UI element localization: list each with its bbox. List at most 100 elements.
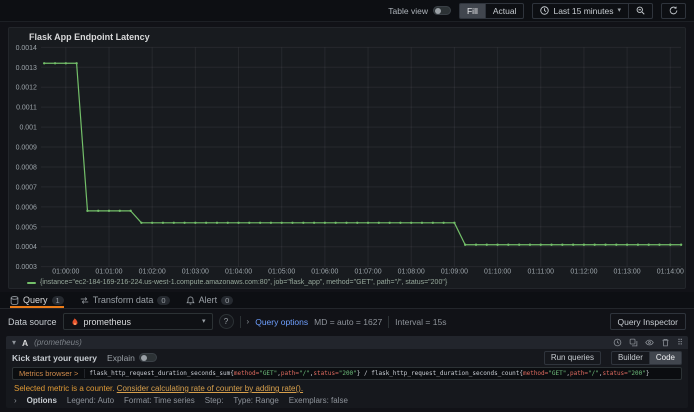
database-icon (10, 295, 19, 305)
svg-text:0.0012: 0.0012 (16, 85, 37, 92)
option-type: Type: Range (233, 396, 279, 405)
svg-text:0.0003: 0.0003 (16, 264, 37, 271)
editor-tabs: Query 1 Transform data 0 Alert 0 (0, 292, 694, 309)
refresh-icon (669, 6, 678, 15)
query-inspector-button[interactable]: Query Inspector (609, 313, 686, 330)
query-row-actions: ⠿ (613, 338, 683, 347)
query-ref-id: A (22, 337, 29, 348)
svg-text:0.0011: 0.0011 (16, 105, 37, 112)
query-row-header[interactable]: ▾ A (prometheus) ⠿ (6, 336, 688, 349)
builder-mode-button[interactable]: Builder (610, 350, 650, 365)
svg-text:01:07:00: 01:07:00 (354, 269, 381, 276)
duplicate-icon[interactable] (629, 338, 638, 347)
latency-chart: 0.0014 0.0013 0.0012 0.0011 0.001 0.0009 0.000… (16, 45, 684, 276)
warning-text: Selected metric is a counter. (14, 384, 115, 393)
tab-query[interactable]: Query 1 (10, 292, 64, 308)
counter-warning: Selected metric is a counter. Consider c… (6, 382, 688, 394)
chart-area[interactable]: 0.0014 0.0013 0.0012 0.0011 0.001 0.0009 0.000… (9, 41, 685, 277)
explain-toggle[interactable] (138, 353, 157, 362)
editor-mode-group: Builder Code (610, 350, 682, 365)
datasource-select[interactable]: prometheus ▾ (62, 313, 213, 330)
table-view-label: Table view (388, 5, 428, 16)
divider (239, 315, 241, 328)
toggle-knob (434, 7, 442, 14)
chevron-right-icon: › (246, 317, 250, 326)
kick-start-query-button[interactable]: Kick start your query (12, 353, 97, 363)
code-mode-button[interactable]: Code (649, 350, 682, 365)
tab-label: Query (23, 295, 48, 305)
datasource-help-button[interactable]: ? (218, 314, 234, 329)
svg-text:0.0014: 0.0014 (16, 45, 37, 52)
tab-badge: 0 (221, 295, 234, 305)
option-format: Format: Time series (124, 396, 195, 405)
magnifier-minus-icon (636, 6, 645, 15)
drag-handle[interactable]: ⠿ (677, 338, 683, 347)
trash-icon[interactable] (661, 338, 670, 347)
series-swatch (27, 281, 36, 284)
table-view-toggle[interactable] (432, 6, 451, 15)
svg-text:0.0013: 0.0013 (16, 65, 37, 72)
svg-text:01:04:00: 01:04:00 (225, 269, 252, 276)
svg-text:01:03:00: 01:03:00 (182, 269, 209, 276)
svg-text:01:12:00: 01:12:00 (570, 269, 597, 276)
explain-control: Explain (107, 353, 157, 363)
interval-summary: Interval = 15s (395, 316, 447, 327)
prometheus-icon (72, 316, 78, 325)
clock-icon (540, 6, 550, 15)
fit-mode-group: Fill Actual (458, 2, 525, 19)
run-queries-button[interactable]: Run queries (543, 350, 601, 365)
svg-text:01:08:00: 01:08:00 (398, 269, 425, 276)
tab-alert[interactable]: Alert 0 (185, 292, 234, 308)
svg-text:01:13:00: 01:13:00 (614, 269, 641, 276)
svg-text:0.001: 0.001 (19, 125, 37, 132)
tab-transform-data[interactable]: Transform data 0 (80, 292, 170, 308)
query-options-row: › Options Legend: Auto Format: Time seri… (6, 394, 688, 408)
query-code-editor[interactable]: Metrics browser > flask_http_request_dur… (12, 367, 682, 380)
options-label[interactable]: Options (27, 396, 57, 405)
query-expression[interactable]: flask_http_request_duration_seconds_sum{… (85, 370, 653, 377)
chart-legend[interactable]: {instance="ec2-184-169-216-224.us-west-1… (27, 279, 447, 286)
query-actions-row: Kick start your query Explain Run querie… (6, 349, 688, 366)
svg-text:01:10:00: 01:10:00 (484, 269, 511, 276)
chevron-right-icon[interactable]: › (14, 396, 17, 405)
svg-text:01:02:00: 01:02:00 (139, 269, 166, 276)
bell-icon (185, 295, 195, 305)
chevron-down-icon: ▾ (202, 318, 206, 325)
query-datasource-hint: (prometheus) (34, 338, 82, 347)
time-range-button[interactable]: Last 15 minutes ▾ (532, 2, 629, 19)
query-row-card: ▾ A (prometheus) ⠿ Kick start your query… (6, 336, 688, 408)
refresh-button[interactable] (661, 2, 686, 19)
datasource-row: Data source prometheus ▾ ? › Query optio… (0, 309, 694, 334)
svg-text:01:00:00: 01:00:00 (52, 269, 79, 276)
svg-text:01:01:00: 01:01:00 (95, 269, 122, 276)
query-options-summary: MD = auto = 1627 (314, 316, 383, 327)
time-range-label: Last 15 minutes (553, 5, 614, 16)
svg-text:01:09:00: 01:09:00 (441, 269, 468, 276)
zoom-out-button[interactable] (629, 2, 653, 19)
svg-text:0.0007: 0.0007 (16, 184, 37, 191)
panel-preview-area: Flask App Endpoint Latency 0.0014 0.0013 0… (0, 22, 694, 292)
svg-text:0.0006: 0.0006 (16, 204, 37, 211)
option-exemplars: Exemplars: false (288, 396, 348, 405)
divider (388, 315, 390, 328)
option-step: Step: (204, 396, 224, 405)
svg-text:01:05:00: 01:05:00 (268, 269, 295, 276)
svg-text:01:11:00: 01:11:00 (527, 269, 554, 276)
datasource-value: prometheus (83, 316, 132, 327)
history-icon[interactable] (613, 338, 622, 347)
svg-text:01:06:00: 01:06:00 (311, 269, 338, 276)
toggle-knob (140, 354, 148, 361)
actual-button[interactable]: Actual (485, 2, 525, 19)
editor-topbar: Table view Fill Actual Last 15 minutes ▾ (0, 0, 694, 22)
series-label: {instance="ec2-184-169-216-224.us-west-1… (40, 279, 448, 286)
metrics-browser-button[interactable]: Metrics browser > (13, 369, 86, 378)
svg-text:01:14:00: 01:14:00 (657, 269, 684, 276)
option-legend: Legend: Auto (66, 396, 115, 405)
query-options-toggle[interactable]: Query options (255, 317, 308, 327)
collapse-chevron-icon[interactable]: ▾ (12, 338, 16, 347)
fill-button[interactable]: Fill (458, 2, 486, 19)
chevron-down-icon: ▾ (617, 7, 621, 14)
eye-icon[interactable] (645, 338, 654, 347)
warning-hint-link[interactable]: Consider calculating rate of counter by … (117, 384, 303, 393)
explain-label: Explain (107, 352, 135, 363)
